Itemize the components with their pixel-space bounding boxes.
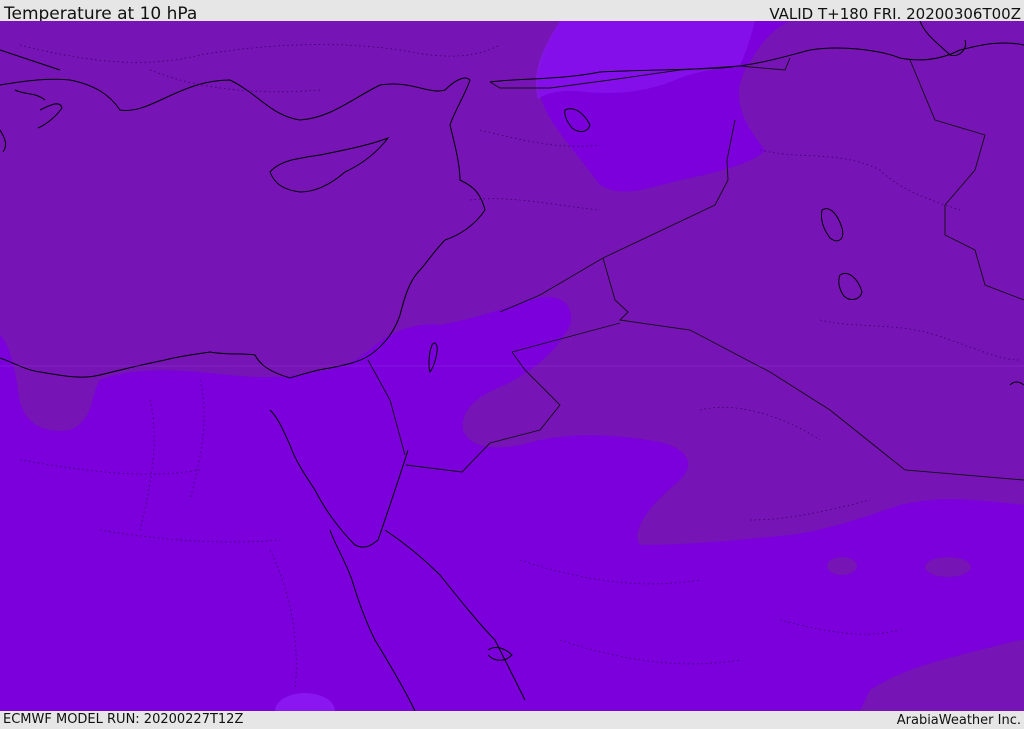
temperature-patch-2 [925,557,971,577]
temperature-patch-1 [827,557,857,575]
model-run-label: ECMWF MODEL RUN: 20200227T12Z [3,712,244,727]
header-bar: Temperature at 10 hPa VALID T+180 FRI. 2… [0,0,1024,24]
credit-label: ArabiaWeather Inc. [896,713,1021,728]
weather-map [0,21,1024,711]
map-area[interactable] [0,21,1024,711]
footer-bar: ECMWF MODEL RUN: 20200227T12Z ArabiaWeat… [0,711,1024,729]
